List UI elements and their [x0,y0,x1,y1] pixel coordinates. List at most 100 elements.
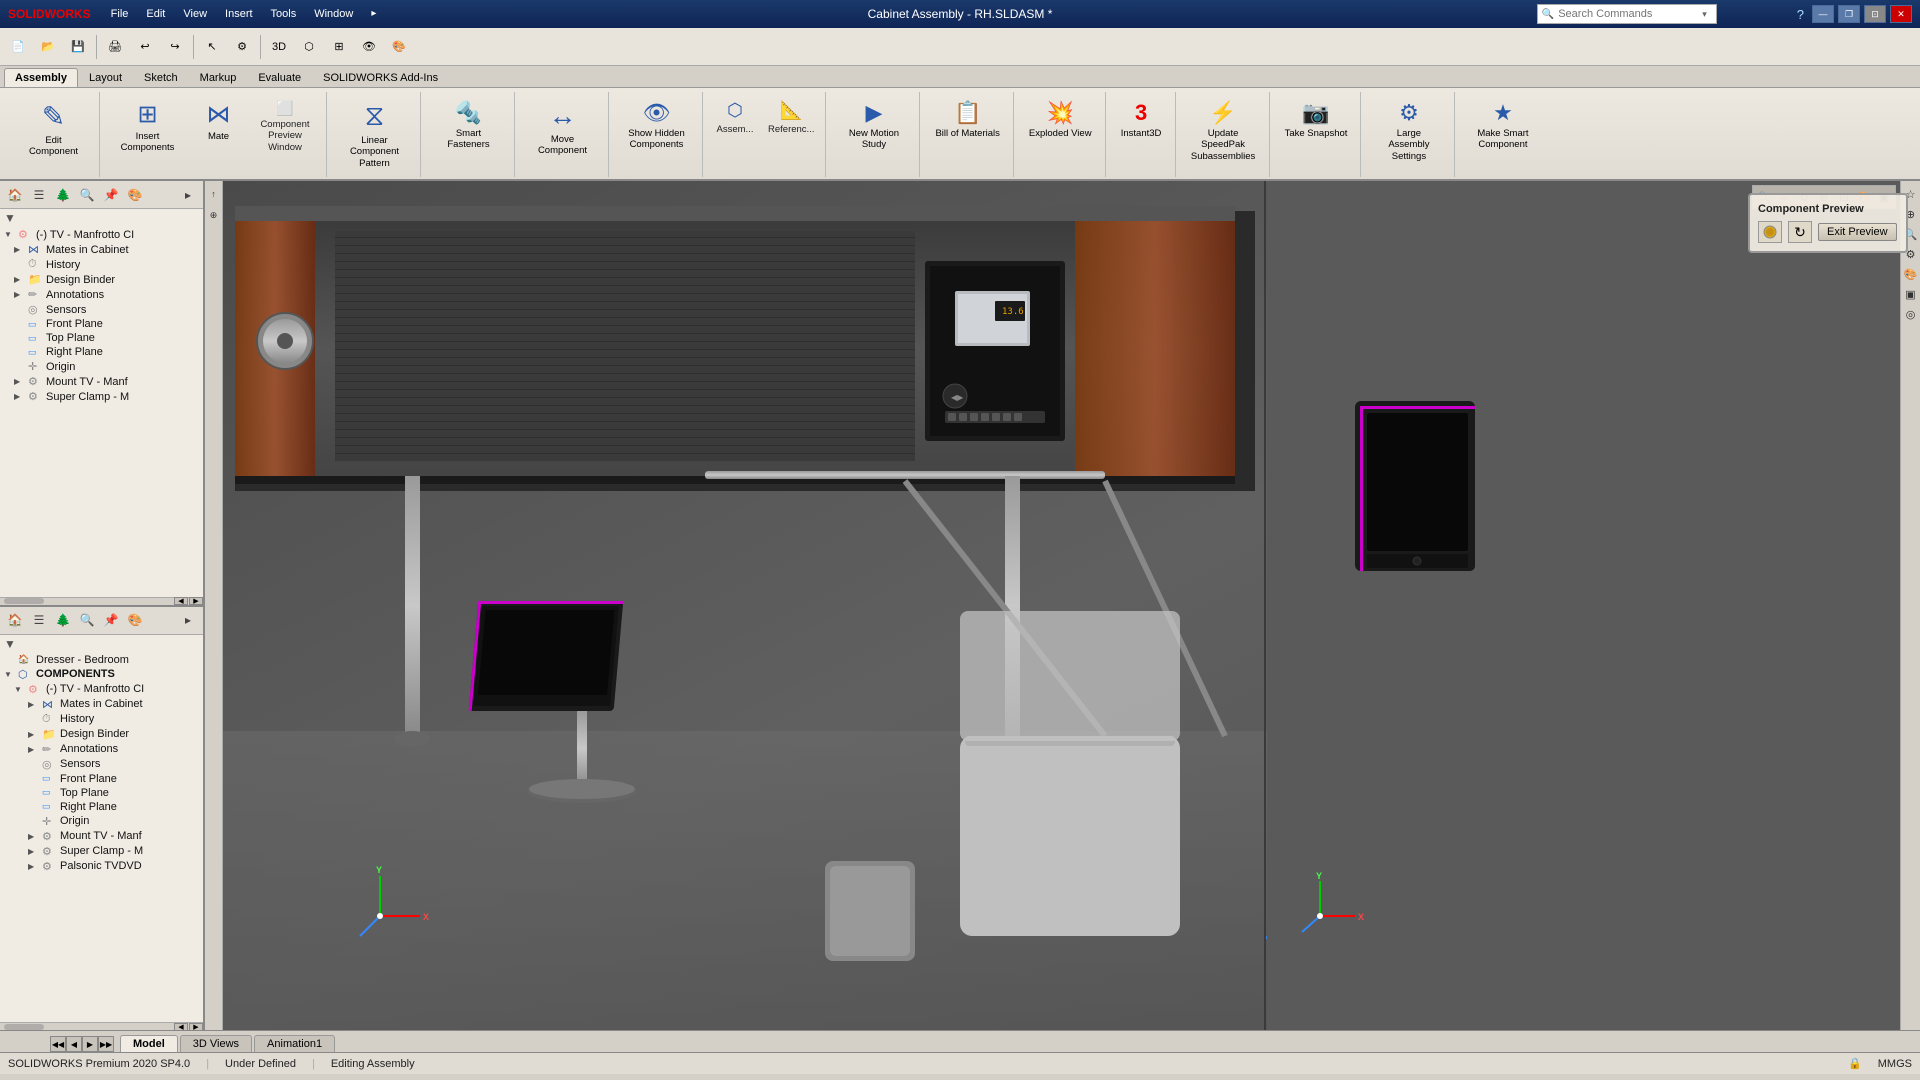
minimize-button[interactable]: — [1812,5,1834,23]
show-hidden-button[interactable]: 👁 Show Hidden Components [617,96,696,155]
make-smart-button[interactable]: ★ Make Smart Component [1463,96,1542,155]
menu-view[interactable]: View [175,6,215,22]
cp-material-icon[interactable] [1758,221,1782,243]
search-tree-button[interactable]: 🔍 [76,184,98,206]
menu-window[interactable]: Window [306,6,361,22]
close-button[interactable]: ✕ [1890,5,1912,23]
tree-view-button[interactable]: 🌲 [52,184,74,206]
tab-assembly[interactable]: Assembly [4,68,78,87]
tree-item-origin-2[interactable]: ✛ Origin [0,814,203,829]
mate-button[interactable]: ⋈ Mate [191,96,246,146]
tab-nav-next[interactable]: ▶ [82,1036,98,1052]
section-button[interactable]: ⊞ [325,33,353,61]
scroll-left-bottom[interactable]: ◀ [174,1023,188,1031]
menu-edit[interactable]: Edit [138,6,173,22]
undo-button[interactable]: ↩ [131,33,159,61]
tree-view-bottom-button[interactable]: 🌲 [52,609,74,631]
tree-item-tv-manfrotto[interactable]: ▼ ⚙ (-) TV - Manfrotto CI [0,227,203,242]
new-button[interactable]: 📄 [4,33,32,61]
search-area[interactable]: 🔍 ▾ [1537,4,1717,24]
tree-item-front-plane-2[interactable]: ▭ Front Plane [0,772,203,786]
update-speedpak-button[interactable]: ⚡ Update SpeedPak Subassemblies [1184,96,1263,166]
tree-item-annotations[interactable]: ▶ ✏ Annotations [0,287,203,302]
menu-insert[interactable]: Insert [217,6,261,22]
component-preview-button[interactable]: ⬜ Component Preview Window [250,96,320,157]
pin-bottom-button[interactable]: 📌 [100,609,122,631]
save-button[interactable]: 💾 [64,33,92,61]
open-button[interactable]: 📂 [34,33,62,61]
tree-item-design-binder-2[interactable]: ▶ 📁 Design Binder [0,727,203,742]
tree-item-mount-tv[interactable]: ▶ ⚙ Mount TV - Manf [0,374,203,389]
tree-item-history-2[interactable]: ⏱ History [0,712,203,727]
redo-button[interactable]: ↪ [161,33,189,61]
vp-r-tool-5[interactable]: 🎨 [1902,265,1920,283]
vp-tool-2[interactable]: ⊕ [205,206,223,224]
color-button[interactable]: 🎨 [124,184,146,206]
smart-fasteners-button[interactable]: 🔩 Smart Fasteners [429,96,508,155]
print-button[interactable]: 🖨 [101,33,129,61]
tab-3d-views[interactable]: 3D Views [180,1035,252,1052]
hscroll-thumb-bottom[interactable] [4,1024,44,1030]
tab-nav-first[interactable]: ◀◀ [50,1036,66,1052]
tree-item-mates-2[interactable]: ▶ ⋈ Mates in Cabinet [0,697,203,712]
more-bottom-button[interactable]: ▸ [177,609,199,631]
vp-r-tool-7[interactable]: ◎ [1902,305,1920,323]
tree-item-top-plane-2[interactable]: ▭ Top Plane [0,786,203,800]
tree-item-right-plane[interactable]: ▭ Right Plane [0,345,203,359]
display-mode-button[interactable]: 🎨 [385,33,413,61]
hide-show-button[interactable]: 👁 [355,33,383,61]
tree-item-mates[interactable]: ▶ ⋈ Mates in Cabinet [0,242,203,257]
insert-components-button[interactable]: ⊞ Insert Components [108,96,187,158]
tree-item-palsonic-2[interactable]: ▶ ⚙ Palsonic TVDVD [0,859,203,874]
home-bottom-icon[interactable]: 🏠 [4,609,26,631]
reference-button[interactable]: 📐 Referenc... [763,96,819,139]
3d-view-button[interactable]: 3D [265,33,293,61]
view-cube-button[interactable]: ⬡ [295,33,323,61]
tree-item-dresser[interactable]: 🏠 Dresser - Bedroom [0,653,203,667]
list-view-button[interactable]: ☰ [28,184,50,206]
scroll-left-top[interactable]: ◀ [174,597,188,605]
restore-button[interactable]: ❐ [1838,5,1860,23]
scroll-right-bottom[interactable]: ▶ [189,1023,203,1031]
menu-more[interactable]: ▸ [363,6,384,22]
options-button[interactable]: ⚙ [228,33,256,61]
tree-item-tv-manfrotto-2[interactable]: ▼ ⚙ (-) TV - Manfrotto CI [0,682,203,697]
search-bottom-button[interactable]: 🔍 [76,609,98,631]
tree-item-sensors-2[interactable]: ◎ Sensors [0,757,203,772]
tab-nav-last[interactable]: ▶▶ [98,1036,114,1052]
select-button[interactable]: ↖ [198,33,226,61]
large-assembly-button[interactable]: ⚙ Large Assembly Settings [1369,96,1448,166]
tree-item-super-clamp[interactable]: ▶ ⚙ Super Clamp - M [0,389,203,404]
tab-solidworks-addins[interactable]: SOLIDWORKS Add-Ins [312,68,449,87]
search-dropdown-icon[interactable]: ▾ [1702,9,1707,20]
vp-r-tool-6[interactable]: ▣ [1902,285,1920,303]
help-icon[interactable]: ? [1797,7,1804,22]
tree-item-super-clamp-2[interactable]: ▶ ⚙ Super Clamp - M [0,844,203,859]
vp-tool-1[interactable]: ↑ [205,185,223,203]
snapshot-button[interactable]: 📷 Take Snapshot [1278,96,1355,143]
tree-item-right-plane-2[interactable]: ▭ Right Plane [0,800,203,814]
hscroll-thumb-top[interactable] [4,598,44,604]
3d-viewport[interactable]: 13.6 ◀▶ [205,181,1920,1030]
list-view-bottom-button[interactable]: ☰ [28,609,50,631]
maximize-button[interactable]: ⊡ [1864,5,1886,23]
tree-item-components[interactable]: ▼ ⬡ COMPONENTS [0,667,203,682]
tree-item-top-plane[interactable]: ▭ Top Plane [0,331,203,345]
tab-evaluate[interactable]: Evaluate [247,68,312,87]
tree-item-mount-tv-2[interactable]: ▶ ⚙ Mount TV - Manf [0,829,203,844]
tab-sketch[interactable]: Sketch [133,68,189,87]
assembly-button[interactable]: ⬡ Assem... [711,96,759,139]
tab-animation1[interactable]: Animation1 [254,1035,335,1052]
tab-nav-prev[interactable]: ◀ [66,1036,82,1052]
search-input[interactable] [1558,8,1698,20]
linear-pattern-button[interactable]: ⧖ Linear Component Pattern [335,96,414,173]
new-motion-button[interactable]: ▶ New Motion Study [834,96,913,155]
cp-exit-button[interactable]: Exit Preview [1818,223,1897,241]
cp-refresh-icon[interactable]: ↻ [1788,221,1812,243]
more-button[interactable]: ▸ [177,184,199,206]
color-bottom-button[interactable]: 🎨 [124,609,146,631]
tree-item-design-binder[interactable]: ▶ 📁 Design Binder [0,272,203,287]
exploded-view-button[interactable]: 💥 Exploded View [1022,96,1099,143]
instant3d-button[interactable]: 3 Instant3D [1114,96,1169,143]
tab-model[interactable]: Model [120,1035,178,1052]
